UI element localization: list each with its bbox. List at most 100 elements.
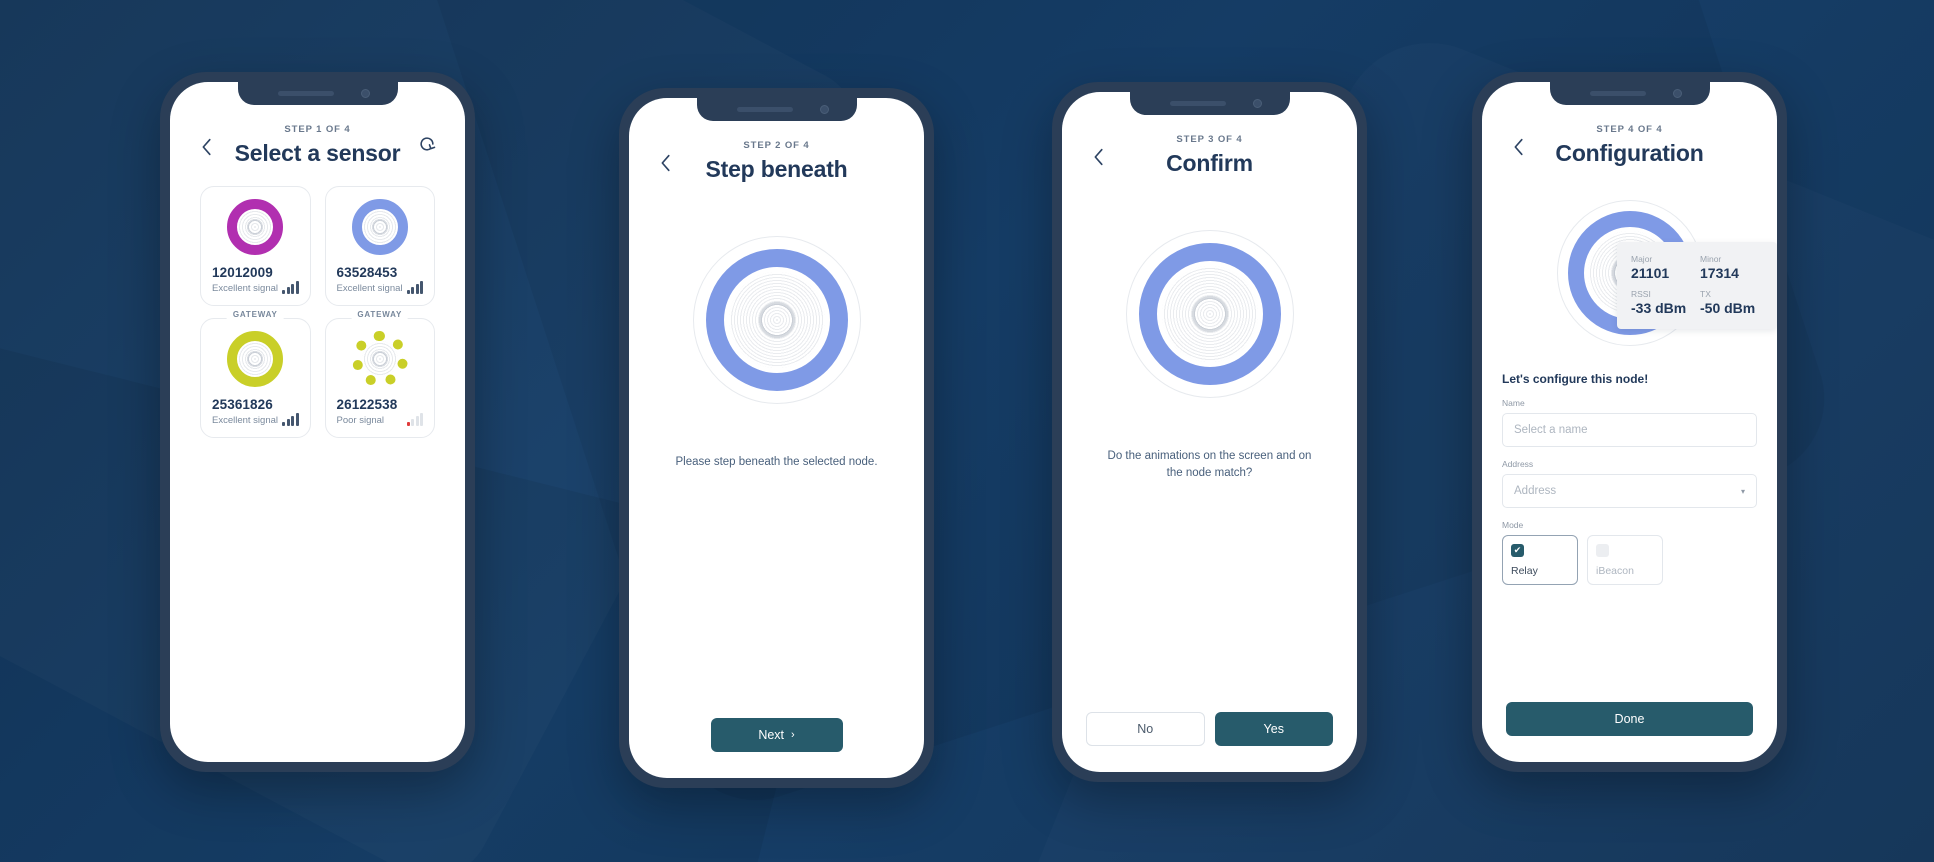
tooltip-tx-label: TX bbox=[1700, 289, 1711, 299]
phone-notch bbox=[237, 82, 398, 105]
step-indicator: STEP 3 OF 4 bbox=[1176, 134, 1243, 145]
chevron-left-icon[interactable] bbox=[1508, 136, 1530, 158]
action-bar: Next › bbox=[645, 718, 908, 778]
phone-configuration: STEP 4 OF 4 Configuration Major 21101 Mi… bbox=[1472, 72, 1787, 772]
yes-button[interactable]: Yes bbox=[1214, 712, 1333, 746]
sensor-signal-label: Excellent signal bbox=[336, 283, 403, 294]
sensor-signal-label: Excellent signal bbox=[212, 415, 279, 426]
step-indicator: STEP 4 OF 4 bbox=[1596, 124, 1663, 135]
step-indicator: STEP 2 OF 4 bbox=[743, 140, 810, 151]
configure-heading: Let's configure this node! bbox=[1502, 372, 1649, 386]
name-field-label: Name bbox=[1502, 398, 1525, 408]
next-button-label: Next bbox=[758, 728, 785, 742]
sensor-card-wrapper: GATEWAY 26122538 Poor signal bbox=[324, 310, 435, 438]
gateway-tag: GATEWAY bbox=[226, 310, 284, 319]
address-field-label: Address bbox=[1502, 459, 1534, 469]
phone-notch bbox=[1549, 82, 1710, 105]
instruction-text: Please step beneath the selected node. bbox=[675, 456, 878, 468]
sensor-card[interactable]: 63528453 Excellent signal bbox=[324, 186, 435, 306]
tooltip-minor: Minor 17314 bbox=[1700, 254, 1763, 281]
tooltip-minor-value: 17314 bbox=[1700, 265, 1739, 281]
signal-strength-icon bbox=[282, 413, 299, 426]
sensor-card-wrapper: 12012009 Excellent signal bbox=[200, 186, 311, 306]
chevron-right-icon: › bbox=[791, 729, 795, 741]
chevron-down-icon: ▾ bbox=[1740, 486, 1745, 496]
tooltip-minor-label: Minor bbox=[1700, 254, 1722, 264]
phone-notch bbox=[1129, 92, 1290, 115]
tooltip-tx: TX -50 dBm bbox=[1700, 289, 1763, 316]
mode-field-group: Mode bbox=[1498, 508, 1761, 535]
front-camera bbox=[819, 105, 829, 114]
sensor-card[interactable]: 12012009 Excellent signal bbox=[200, 186, 311, 306]
done-button[interactable]: Done bbox=[1506, 702, 1753, 736]
address-select[interactable]: Address ▾ bbox=[1502, 474, 1757, 508]
page-title: Step beneath bbox=[705, 156, 848, 182]
node-animation bbox=[645, 188, 908, 404]
tooltip-major: Major 21101 bbox=[1631, 254, 1694, 281]
node-animation bbox=[1078, 182, 1341, 398]
page-title: Confirm bbox=[1166, 150, 1253, 176]
chevron-left-icon[interactable] bbox=[196, 136, 218, 158]
sensor-signal-label: Excellent signal bbox=[212, 283, 279, 294]
signal-strength-icon bbox=[282, 281, 299, 294]
sensor-grid: 12012009 Excellent signal 63528453 Excel… bbox=[186, 172, 449, 438]
phone-select-a-sensor: STEP 1 OF 4 Select a sensor 12012009 Exc… bbox=[160, 72, 475, 772]
sensor-id: 26122538 bbox=[336, 397, 398, 412]
sensor-ring bbox=[337, 331, 424, 387]
gateway-tag: GATEWAY bbox=[351, 310, 409, 319]
mode-option-ibeacon-label: iBeacon bbox=[1596, 565, 1634, 577]
action-bar: Done bbox=[1498, 702, 1761, 762]
phone-mockups: STEP 1 OF 4 Select a sensor 12012009 Exc… bbox=[0, 0, 1934, 862]
sensor-card-wrapper: 63528453 Excellent signal bbox=[324, 186, 435, 306]
phone-step-beneath: STEP 2 OF 4 Step beneath Please step ben… bbox=[619, 88, 934, 788]
phone-notch bbox=[696, 98, 857, 121]
speaker-grille bbox=[736, 107, 793, 112]
speaker-grille bbox=[277, 91, 334, 96]
node-info-tooltip: Major 21101 Minor 17314 RSSI -33 dBm TX … bbox=[1617, 242, 1777, 329]
mode-option-ibeacon[interactable]: iBeacon bbox=[1587, 535, 1663, 585]
tooltip-rssi-label: RSSI bbox=[1631, 289, 1651, 299]
mode-option-relay-label: Relay bbox=[1511, 565, 1538, 577]
mode-option-relay[interactable]: ✔ Relay bbox=[1502, 535, 1578, 585]
next-button[interactable]: Next › bbox=[710, 718, 843, 752]
tooltip-rssi-value: -33 dBm bbox=[1631, 300, 1687, 316]
sensor-id: 25361826 bbox=[212, 397, 273, 412]
no-button[interactable]: No bbox=[1086, 712, 1205, 746]
address-field-group: Address Address ▾ bbox=[1498, 447, 1761, 508]
mode-field-label: Mode bbox=[1502, 520, 1524, 530]
address-select-placeholder: Address bbox=[1514, 485, 1557, 497]
mode-options: ✔ Relay iBeacon bbox=[1498, 535, 1761, 585]
sensor-id: 63528453 bbox=[336, 265, 398, 280]
signal-strength-icon bbox=[406, 281, 423, 294]
sensor-ring bbox=[212, 199, 299, 255]
speaker-grille bbox=[1169, 101, 1226, 106]
instruction-text: Do the animations on the screen and on t… bbox=[1107, 450, 1312, 480]
tooltip-tx-value: -50 dBm bbox=[1700, 300, 1756, 316]
sensor-signal-label: Poor signal bbox=[336, 415, 385, 426]
speaker-grille bbox=[1589, 91, 1646, 96]
refresh-icon[interactable] bbox=[417, 134, 437, 154]
sensor-id: 12012009 bbox=[212, 265, 273, 280]
name-input[interactable]: Select a name bbox=[1502, 413, 1757, 447]
name-input-placeholder: Select a name bbox=[1514, 424, 1588, 436]
checkbox-checked-icon[interactable]: ✔ bbox=[1511, 544, 1524, 557]
sensor-ring bbox=[337, 199, 424, 255]
phone-confirm: STEP 3 OF 4 Confirm Do the animations on… bbox=[1052, 82, 1367, 782]
chevron-left-icon[interactable] bbox=[1088, 146, 1110, 168]
sensor-card[interactable]: 26122538 Poor signal bbox=[324, 318, 435, 438]
tooltip-major-label: Major bbox=[1631, 254, 1653, 264]
tooltip-rssi: RSSI -33 dBm bbox=[1631, 289, 1694, 316]
page-title: Select a sensor bbox=[234, 140, 401, 166]
checkbox-unchecked-icon[interactable] bbox=[1596, 544, 1609, 557]
tooltip-major-value: 21101 bbox=[1631, 265, 1670, 281]
front-camera bbox=[1252, 99, 1262, 108]
sensor-card[interactable]: 25361826 Excellent signal bbox=[200, 318, 311, 438]
page-title: Configuration bbox=[1555, 140, 1704, 166]
front-camera bbox=[360, 89, 370, 98]
chevron-left-icon[interactable] bbox=[655, 152, 677, 174]
sensor-card-wrapper: GATEWAY 25361826 Excellent signal bbox=[200, 310, 311, 438]
sensor-ring bbox=[212, 331, 299, 387]
signal-strength-icon bbox=[406, 413, 423, 426]
step-indicator: STEP 1 OF 4 bbox=[284, 124, 351, 135]
action-bar: No Yes bbox=[1078, 712, 1341, 772]
